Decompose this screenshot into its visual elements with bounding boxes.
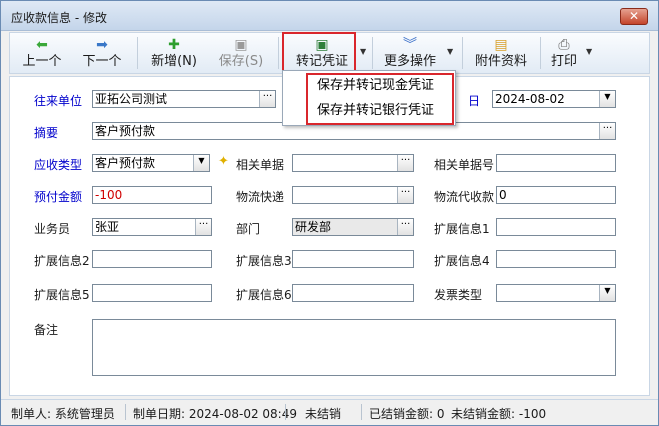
ext3-field[interactable] — [292, 250, 414, 268]
status-separator — [285, 404, 286, 420]
salesman-label: 业务员 — [34, 222, 71, 236]
ext6-label: 扩展信息6 — [236, 288, 292, 302]
salesman-browse-button[interactable]: ··· — [195, 219, 211, 235]
print-button[interactable]: ⎙ 打印 — [546, 33, 582, 73]
cod-amount-field[interactable]: 0 — [496, 186, 616, 204]
voucher-dropdown-arrow[interactable]: ▼ — [360, 47, 370, 56]
toolbar-separator — [372, 37, 373, 69]
status-bar: 制单人: 系统管理员 制单日期: 2024-08-02 08:49 未结销 已结… — [1, 399, 658, 425]
department-label: 部门 — [236, 222, 261, 236]
salesman-field[interactable]: 张亚 ··· — [92, 218, 212, 236]
more-actions-dropdown-arrow[interactable]: ▼ — [447, 47, 457, 56]
more-actions-button[interactable]: ︾ 更多操作 — [377, 33, 443, 73]
toolbar-separator — [137, 37, 138, 69]
invoice-type-label: 发票类型 — [434, 288, 483, 302]
ext4-field[interactable] — [496, 250, 616, 268]
invoice-type-dropdown-button[interactable]: ▼ — [599, 285, 615, 301]
receivable-type-dropdown-button[interactable]: ▼ — [193, 155, 209, 171]
cod-amount-value: 0 — [499, 188, 507, 202]
invoice-type-select[interactable]: ▼ — [496, 284, 616, 302]
ext3-label: 扩展信息3 — [236, 254, 292, 268]
window-title: 应收款信息 - 修改 — [11, 11, 107, 25]
plus-circle-icon: ✚ — [168, 37, 180, 53]
print-dropdown-arrow[interactable]: ▼ — [586, 47, 596, 56]
next-button[interactable]: ➡ 下一个 — [74, 33, 130, 73]
salesman-value: 张亚 — [95, 220, 120, 234]
prev-button[interactable]: ⬅ 上一个 — [16, 33, 68, 73]
status-creator: 制单人: 系统管理员 — [11, 407, 115, 421]
save-button[interactable]: ▣ 保存(S) — [210, 33, 272, 73]
ext5-field[interactable] — [92, 284, 212, 302]
logistics-label: 物流快递 — [236, 190, 285, 204]
menu-highlight — [306, 73, 454, 125]
add-button[interactable]: ✚ 新增(N) — [144, 33, 204, 73]
status-separator — [361, 404, 362, 420]
prepaid-amount-label: 预付金额 — [34, 190, 83, 204]
date-value: 2024-08-02 — [495, 92, 565, 106]
logistics-field[interactable]: ··· — [292, 186, 414, 204]
related-doc-browse-button[interactable]: ··· — [397, 155, 413, 171]
prepaid-amount-field[interactable]: -100 — [92, 186, 212, 204]
folder-icon: ▤ — [494, 37, 508, 53]
related-doc-no-field[interactable] — [496, 154, 616, 172]
summary-label: 摘要 — [34, 126, 59, 140]
left-arrow-icon: ⬅ — [36, 37, 48, 53]
receivable-type-select[interactable]: 客户预付款 ▼ — [92, 154, 210, 172]
status-settled-amount: 已结销金额: 0 — [369, 407, 445, 421]
customer-label: 往来单位 — [34, 94, 83, 108]
receivable-type-value: 客户预付款 — [95, 156, 156, 170]
receivable-type-label: 应收类型 — [34, 158, 83, 172]
customer-field[interactable]: 亚拓公司测试 ··· — [92, 90, 276, 108]
date-field[interactable]: 2024-08-02 ▼ — [492, 90, 616, 108]
ext4-label: 扩展信息4 — [434, 254, 490, 268]
remark-textarea[interactable] — [92, 319, 616, 376]
ext6-field[interactable] — [292, 284, 414, 302]
department-value: 研发部 — [295, 220, 332, 234]
toolbar-separator — [540, 37, 541, 69]
department-browse-button[interactable]: ··· — [397, 219, 413, 235]
status-created-at: 制单日期: 2024-08-02 08:49 — [133, 407, 297, 421]
printer-icon: ⎙ — [558, 37, 570, 53]
cod-amount-label: 物流代收款 — [434, 190, 495, 204]
logistics-browse-button[interactable]: ··· — [397, 187, 413, 203]
summary-value: 客户预付款 — [95, 124, 156, 138]
customer-value: 亚拓公司测试 — [95, 92, 168, 106]
double-chevron-down-icon: ︾ — [403, 37, 417, 53]
close-button[interactable]: ✕ — [620, 8, 648, 25]
title-bar: 应收款信息 - 修改 ✕ — [1, 1, 658, 31]
save-disk-icon: ▣ — [234, 37, 248, 53]
voucher-button-highlight — [282, 32, 356, 72]
ext2-label: 扩展信息2 — [34, 254, 90, 268]
toolbar-separator — [462, 37, 463, 69]
status-settle-state: 未结销 — [305, 407, 342, 421]
date-dropdown-button[interactable]: ▼ — [599, 91, 615, 107]
remark-label: 备注 — [34, 323, 59, 337]
date-label: 日 — [468, 94, 481, 108]
prepaid-amount-value: -100 — [95, 188, 123, 202]
receivable-edit-window: 应收款信息 - 修改 ✕ ⬅ 上一个 ➡ 下一个 ✚ 新增(N) ▣ 保存(S)… — [0, 0, 659, 426]
ext1-field[interactable] — [496, 218, 616, 236]
summary-browse-button[interactable]: ··· — [599, 123, 615, 139]
attachments-button[interactable]: ▤ 附件资料 — [468, 33, 534, 73]
related-doc-no-label: 相关单据号 — [434, 158, 495, 172]
lightbulb-icon[interactable]: ✦ — [218, 154, 230, 170]
related-doc-label: 相关单据 — [236, 158, 285, 172]
status-separator — [125, 404, 126, 420]
ext1-label: 扩展信息1 — [434, 222, 490, 236]
ext5-label: 扩展信息5 — [34, 288, 90, 302]
ext2-field[interactable] — [92, 250, 212, 268]
customer-browse-button[interactable]: ··· — [259, 91, 275, 107]
department-field[interactable]: 研发部 ··· — [292, 218, 414, 236]
related-doc-field[interactable]: ··· — [292, 154, 414, 172]
right-arrow-icon: ➡ — [96, 37, 108, 53]
toolbar-separator — [278, 37, 279, 69]
status-unsettled-amount: 未结销金额: -100 — [451, 407, 547, 421]
